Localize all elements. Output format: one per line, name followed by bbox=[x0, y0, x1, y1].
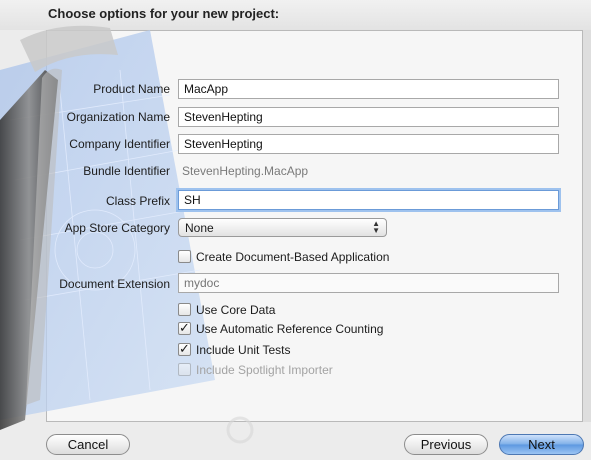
document-based-label[interactable]: Create Document-Based Application bbox=[196, 250, 389, 264]
class-prefix-label: Class Prefix bbox=[105, 194, 170, 208]
spotlight-label: Include Spotlight Importer bbox=[196, 363, 333, 377]
app-store-category-popup[interactable]: None ▲ ▼ bbox=[178, 218, 387, 237]
document-extension-field[interactable] bbox=[178, 273, 559, 293]
unit-tests-checkbox[interactable]: ✓ bbox=[178, 341, 191, 356]
arc-label[interactable]: Use Automatic Reference Counting bbox=[196, 322, 383, 336]
product-name-label: Product Name bbox=[93, 82, 170, 96]
core-data-checkbox[interactable] bbox=[178, 303, 191, 316]
previous-button[interactable]: Previous bbox=[404, 434, 488, 455]
popup-arrows-icon: ▲ ▼ bbox=[372, 219, 380, 235]
organization-name-field[interactable] bbox=[178, 107, 559, 127]
unit-tests-label[interactable]: Include Unit Tests bbox=[196, 343, 291, 357]
page-title: Choose options for your new project: bbox=[48, 6, 280, 21]
organization-name-label: Organization Name bbox=[66, 110, 170, 124]
product-name-field[interactable] bbox=[178, 79, 559, 99]
next-button[interactable]: Next bbox=[499, 434, 584, 455]
checkmark-icon: ✓ bbox=[179, 341, 190, 356]
right-edge bbox=[583, 30, 591, 422]
company-identifier-label: Company Identifier bbox=[69, 137, 170, 151]
spotlight-checkbox bbox=[178, 363, 191, 376]
core-data-label[interactable]: Use Core Data bbox=[196, 303, 275, 317]
bundle-identifier-label: Bundle Identifier bbox=[83, 164, 170, 178]
bundle-identifier-value: StevenHepting.MacApp bbox=[182, 164, 309, 178]
cancel-button[interactable]: Cancel bbox=[46, 434, 130, 455]
class-prefix-field[interactable] bbox=[178, 190, 559, 210]
checkmark-icon: ✓ bbox=[179, 320, 190, 335]
document-extension-label: Document Extension bbox=[59, 277, 170, 291]
app-store-category-label: App Store Category bbox=[64, 221, 170, 235]
company-identifier-field[interactable] bbox=[178, 134, 559, 154]
app-store-category-value: None bbox=[185, 221, 214, 235]
document-based-checkbox[interactable] bbox=[178, 250, 191, 263]
arc-checkbox[interactable]: ✓ bbox=[178, 320, 191, 335]
